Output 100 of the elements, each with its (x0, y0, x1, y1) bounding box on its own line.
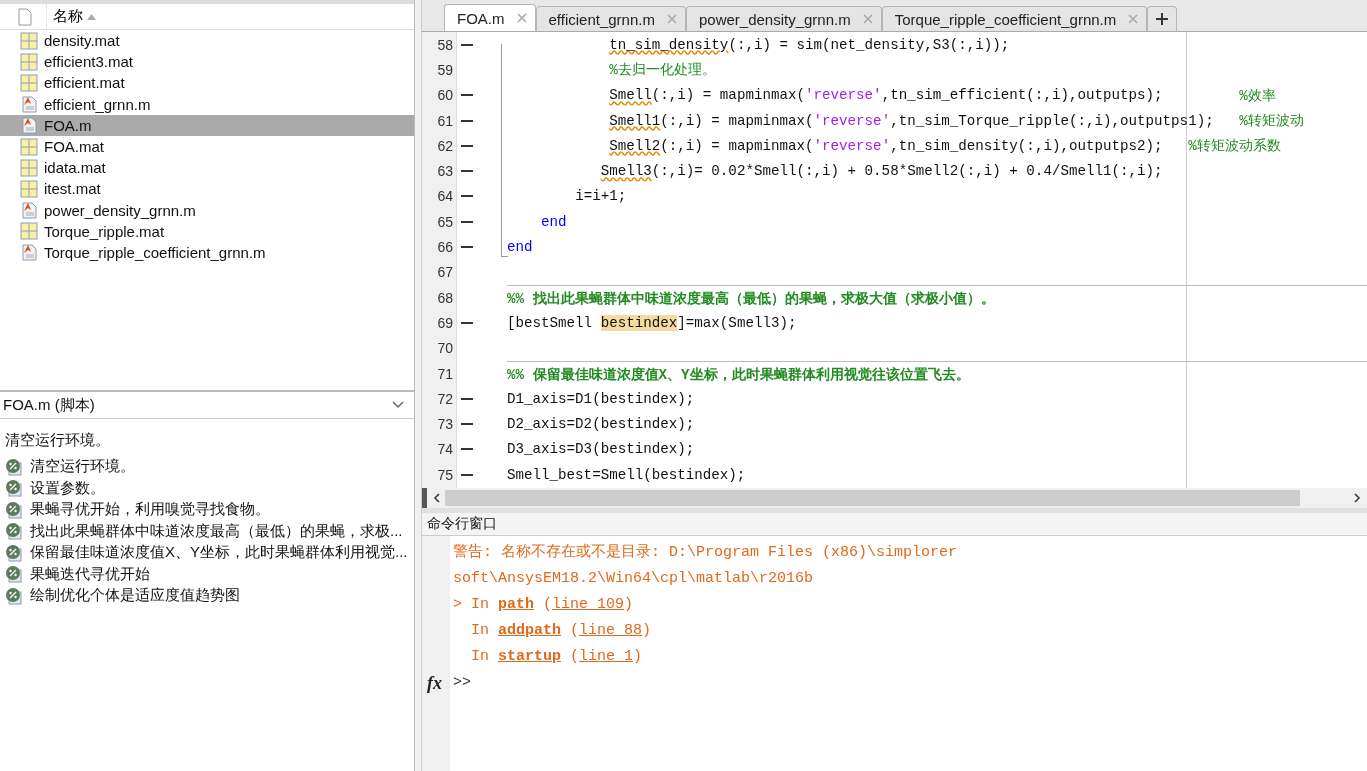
breakpoint-dash[interactable] (461, 195, 473, 198)
file-row[interactable]: idata.mat (0, 157, 414, 179)
line-number: 60 (436, 87, 453, 104)
warning-text: soft\AnsysEM18.2\Win64\cpl\matlab\r2016b (453, 570, 814, 587)
warning-text: ( (542, 596, 553, 613)
section-item[interactable]: 清空运行环境。 (0, 456, 414, 478)
code-comment: %去归一化处理。 (609, 61, 716, 80)
code-text: D3_axis=D3(bestindex); (507, 441, 695, 458)
section-item[interactable]: 设置参数。 (0, 477, 414, 499)
command-prompt[interactable]: >> (453, 674, 471, 691)
breakpoint-dash[interactable] (461, 94, 473, 97)
file-row[interactable]: efficient.mat (0, 72, 414, 94)
file-row[interactable]: Torque_ripple_coefficient_grnn.m (0, 241, 414, 264)
plus-icon (1156, 13, 1169, 25)
function-browser-button[interactable]: fx (427, 670, 442, 696)
section-title: %% 找出此果蝇群体中味道浓度最高（最低）的果蝇，求极大值（求极小值）。 (507, 289, 995, 308)
breakpoint-dash[interactable] (461, 144, 473, 147)
section-item[interactable]: 绘制优化个体是适应度值趋势图 (0, 585, 414, 607)
warning-text: ( (569, 622, 580, 639)
line-link[interactable]: line 88 (579, 622, 643, 639)
line-number: 65 (436, 213, 453, 230)
data-file-icon (20, 222, 38, 241)
details-header[interactable]: FOA.m (脚本) (0, 392, 414, 419)
data-file-icon (20, 179, 38, 198)
code-text: (:,i) = sim(net_density,S3(:,i)); (728, 36, 1010, 53)
code-text: (:,i) = mapminmax( (660, 112, 814, 129)
file-row[interactable]: FOA.m (0, 114, 414, 136)
file-row[interactable]: power_density_grnn.m (0, 199, 414, 221)
keyword: end (507, 239, 533, 255)
section-icon (5, 543, 23, 562)
code-comment: %效率 (1239, 86, 1276, 105)
line-number: 67 (436, 264, 453, 281)
line-number: 73 (436, 416, 453, 433)
horizontal-scrollbar[interactable] (422, 488, 1367, 508)
line-number: 63 (436, 163, 453, 180)
code-text: (:,i) = mapminmax( (651, 87, 805, 104)
file-row[interactable]: efficient_grnn.m (0, 93, 414, 115)
editor-tab[interactable]: FOA.m (444, 4, 536, 31)
file-row[interactable]: FOA.mat (0, 135, 414, 158)
string-literal: 'reverse' (813, 112, 891, 129)
file-name: density.mat (44, 32, 120, 50)
file-name: Torque_ripple.mat (44, 222, 165, 240)
keyword: end (541, 213, 567, 230)
breakpoint-dash[interactable] (461, 119, 473, 122)
new-tab-button[interactable] (1147, 6, 1178, 31)
section-item[interactable]: 找出此果蝇群体中味道浓度最高（最低）的果蝇，求极... (0, 520, 414, 542)
data-file-icon (20, 137, 38, 156)
scrollbar-thumb[interactable] (445, 490, 1300, 506)
breakpoint-dash[interactable] (461, 170, 473, 173)
editor-tab[interactable]: Torque_ripple_coefficient_grnn.m (881, 6, 1148, 31)
code-comment: %转矩波动 (1239, 112, 1304, 131)
code-text: D2_axis=D2(bestindex); (507, 416, 695, 433)
code-text: ,tn_sim_Torque_ripple(:,i),outputps1); (890, 112, 1215, 129)
string-literal: 'reverse' (805, 87, 882, 104)
line-number: 62 (436, 137, 453, 154)
breakpoint-dash[interactable] (461, 397, 473, 400)
code-text: ,tn_sim_efficient(:,i),outputps); (881, 87, 1164, 104)
scroll-right-icon[interactable] (1353, 493, 1361, 503)
highlighted-variable: bestindex (600, 314, 678, 331)
script-file-icon (20, 243, 38, 262)
file-name: efficient.mat (44, 74, 125, 92)
file-name: Torque_ripple_coefficient_grnn.m (44, 243, 266, 261)
section-icon (5, 522, 23, 541)
line-number: 58 (436, 36, 453, 53)
section-icon (5, 479, 23, 498)
script-file-icon (20, 116, 38, 135)
warning-code: Smell1 (609, 112, 661, 129)
data-file-icon (20, 158, 38, 177)
breakpoint-dash[interactable] (461, 43, 473, 46)
warning-text: ) (624, 596, 634, 613)
file-name: FOA.m (44, 116, 92, 134)
breakpoint-dash[interactable] (461, 423, 473, 426)
file-name: power_density_grnn.m (44, 201, 196, 219)
file-name: itest.mat (44, 180, 101, 198)
scroll-left-icon[interactable] (433, 493, 441, 503)
line-number: 61 (436, 112, 453, 129)
file-row[interactable]: Torque_ripple.mat (0, 220, 414, 242)
section-item[interactable]: 果蝇寻优开始，利用嗅觉寻找食物。 (0, 499, 414, 521)
section-item[interactable]: 果蝇迭代寻优开始 (0, 563, 414, 585)
file-row[interactable]: itest.mat (0, 178, 414, 200)
file-row[interactable]: density.mat (0, 30, 414, 52)
breakpoint-dash[interactable] (461, 448, 473, 451)
line-number: 69 (436, 314, 453, 331)
editor-tab[interactable]: efficient_grnn.m (535, 6, 686, 31)
breakpoint-dash[interactable] (461, 473, 473, 476)
chevron-down-icon[interactable] (392, 401, 404, 409)
file-row[interactable]: efficient3.mat (0, 51, 414, 73)
line-number: 72 (436, 390, 453, 407)
code-text: i=i+1; (575, 188, 627, 205)
section-item[interactable]: 保留最佳味道浓度值X、Y坐标，此时果蝇群体利用视觉... (0, 542, 414, 564)
breakpoint-dash[interactable] (461, 220, 473, 223)
data-file-icon (20, 31, 38, 50)
data-file-icon (20, 52, 38, 71)
editor-tab[interactable]: power_density_grnn.m (685, 6, 882, 31)
breakpoint-dash[interactable] (461, 321, 473, 324)
line-number: 70 (436, 340, 453, 357)
code-text: (:,i) = mapminmax( (660, 137, 814, 154)
file-name: efficient_grnn.m (44, 95, 151, 113)
file-name: idata.mat (44, 159, 106, 177)
code-comment: %转矩波动系数 (1188, 137, 1281, 156)
